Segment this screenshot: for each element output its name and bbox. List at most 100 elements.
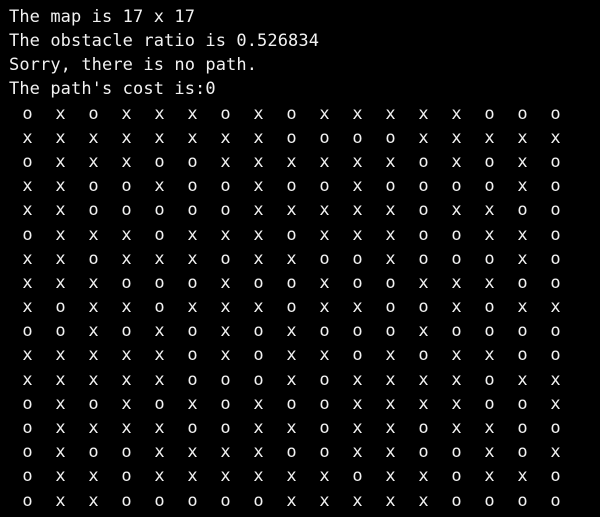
map-cell: x xyxy=(55,272,66,293)
map-cell: x xyxy=(55,248,66,269)
map-cell: x xyxy=(517,176,528,197)
map-cell: x xyxy=(22,297,33,318)
map-cell: x xyxy=(319,103,330,124)
console-window: The map is 17 x 17 The obstacle ratio is… xyxy=(0,0,600,517)
map-cell: x xyxy=(88,224,99,245)
map-cell: o xyxy=(550,224,561,245)
map-cell: x xyxy=(517,127,528,148)
map-cell: o xyxy=(88,176,99,197)
map-cell: o xyxy=(88,442,99,463)
map-cell: x xyxy=(88,418,99,439)
map-cell: x xyxy=(187,127,198,148)
map-cell: o xyxy=(451,224,462,245)
map-cell: x xyxy=(352,224,363,245)
map-cell: o xyxy=(550,345,561,366)
map-cell: o xyxy=(88,248,99,269)
map-cell: x xyxy=(484,272,495,293)
map-cell: o xyxy=(319,127,330,148)
map-cell: x xyxy=(550,442,561,463)
map-cell: x xyxy=(550,393,561,414)
map-cell: o xyxy=(187,151,198,172)
map-cell: x xyxy=(352,369,363,390)
map-cell: x xyxy=(550,369,561,390)
map-cell: o xyxy=(220,248,231,269)
map-cell: x xyxy=(55,176,66,197)
map-cell: x xyxy=(451,393,462,414)
map-cell: x xyxy=(253,200,264,221)
map-cell: x xyxy=(451,418,462,439)
map-cell: x xyxy=(451,297,462,318)
map-cell: o xyxy=(22,103,33,124)
map-cell: o xyxy=(121,200,132,221)
map-cell: x xyxy=(550,127,561,148)
map-cell: x xyxy=(286,200,297,221)
map-cell: o xyxy=(352,345,363,366)
map-cell: x xyxy=(352,442,363,463)
map-cell: x xyxy=(385,345,396,366)
map-cell: o xyxy=(286,127,297,148)
map-cell: x xyxy=(319,466,330,487)
map-cell: o xyxy=(286,393,297,414)
map-cell: x xyxy=(319,151,330,172)
map-cell: o xyxy=(253,345,264,366)
map-cell: o xyxy=(55,297,66,318)
map-cell: x xyxy=(253,248,264,269)
map-cell: x xyxy=(22,272,33,293)
map-cell: o xyxy=(22,490,33,511)
map-cell: x xyxy=(154,321,165,342)
map-cell: o xyxy=(385,297,396,318)
map-cell: x xyxy=(385,224,396,245)
map-cell: o xyxy=(154,272,165,293)
map-cell: x xyxy=(385,466,396,487)
map-cell: o xyxy=(220,418,231,439)
map-cell: o xyxy=(451,321,462,342)
map-cell: x xyxy=(352,200,363,221)
map-cell: o xyxy=(220,490,231,511)
map-cell: o xyxy=(187,345,198,366)
map-cell: o xyxy=(484,321,495,342)
map-cell: x xyxy=(121,127,132,148)
map-cell: x xyxy=(121,103,132,124)
map-cell: o xyxy=(121,466,132,487)
map-cell: x xyxy=(55,442,66,463)
map-cell: x xyxy=(22,345,33,366)
map-cell: x xyxy=(154,418,165,439)
map-cell: x xyxy=(319,272,330,293)
map-cell: x xyxy=(319,224,330,245)
map-cell: x xyxy=(121,345,132,366)
path-cost-line: The path's cost is:0 xyxy=(9,79,216,99)
map-cell: x xyxy=(55,490,66,511)
map-cell: o xyxy=(550,490,561,511)
map-cell: x xyxy=(55,369,66,390)
map-cell: o xyxy=(154,393,165,414)
map-cell: o xyxy=(517,200,528,221)
map-cell: x xyxy=(220,151,231,172)
map-cell: x xyxy=(253,151,264,172)
map-cell: o xyxy=(121,442,132,463)
map-cell: o xyxy=(550,418,561,439)
map-cell: x xyxy=(286,248,297,269)
map-cell: o xyxy=(220,369,231,390)
map-cell: x xyxy=(220,127,231,148)
map-cell: o xyxy=(451,442,462,463)
map-cell: o xyxy=(253,321,264,342)
map-cell: x xyxy=(220,466,231,487)
map-cell: x xyxy=(352,393,363,414)
map-cell: x xyxy=(55,393,66,414)
map-cell: o xyxy=(187,176,198,197)
map-cell: o xyxy=(484,369,495,390)
map-grid: oxoxxxoxoxxxxxoooxxxxxxxxooooxxxxxoxxxoo… xyxy=(11,102,571,513)
map-cell: x xyxy=(253,466,264,487)
map-cell: x xyxy=(451,345,462,366)
map-cell: x xyxy=(319,297,330,318)
map-cell: x xyxy=(484,200,495,221)
map-cell: x xyxy=(220,321,231,342)
map-cell: x xyxy=(220,224,231,245)
map-cell: x xyxy=(418,272,429,293)
map-cell: x xyxy=(418,321,429,342)
map-cell: o xyxy=(187,272,198,293)
map-cell: x xyxy=(220,297,231,318)
map-size-line: The map is 17 x 17 xyxy=(9,7,196,27)
map-cell: o xyxy=(286,272,297,293)
map-cell: x xyxy=(451,200,462,221)
